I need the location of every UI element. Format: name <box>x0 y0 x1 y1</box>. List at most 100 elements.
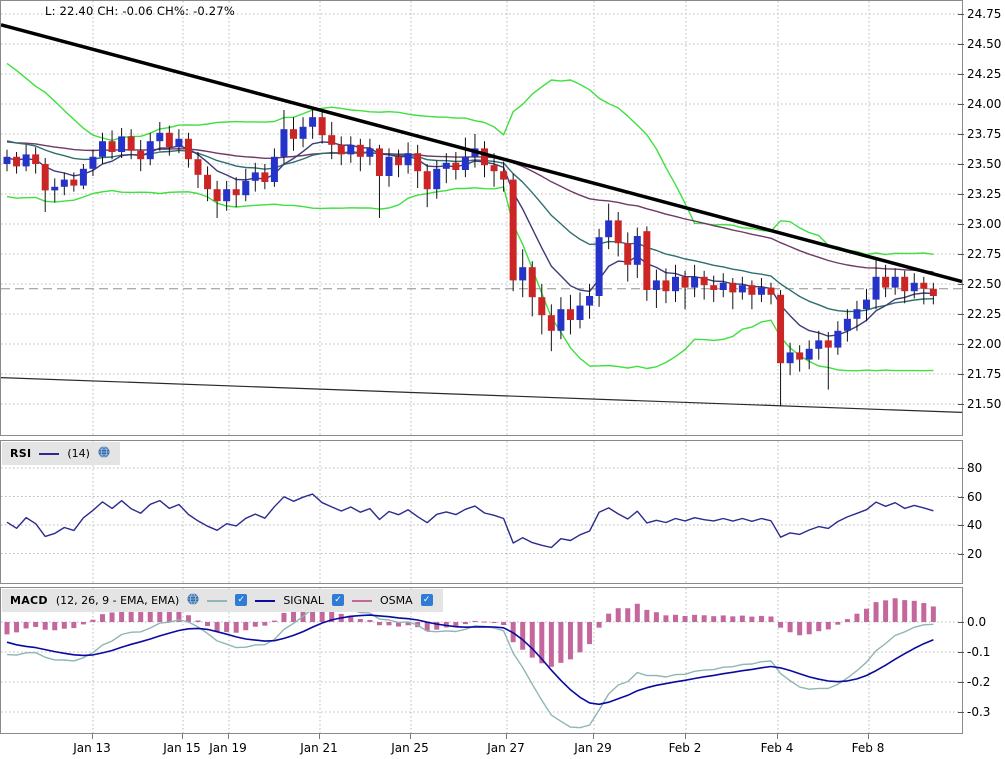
x-axis-date-label: Feb 8 <box>851 741 885 755</box>
osma-histogram-bar <box>71 622 77 629</box>
candle-body <box>60 179 68 187</box>
rsi-panel: RSI (14) <box>0 440 963 584</box>
osma-histogram-bar <box>147 610 153 622</box>
osma-histogram-bar <box>271 620 277 622</box>
y-axis-tick-label: 24.75 <box>957 6 1002 21</box>
candle-body <box>356 144 364 157</box>
candle-body <box>662 280 670 292</box>
candle-body <box>481 148 488 166</box>
candle-body <box>404 153 412 166</box>
candle-body <box>242 180 250 196</box>
y-axis-tick-label: -0.2 <box>957 675 991 689</box>
osma-histogram-bar <box>730 616 736 622</box>
osma-histogram-bar <box>720 615 726 622</box>
osma-histogram-bar <box>52 622 58 631</box>
osma-histogram-bar <box>911 600 917 622</box>
osma-histogram-bar <box>90 619 96 622</box>
bollinger-lower-band <box>6 186 934 372</box>
osma-histogram-bar <box>529 622 535 658</box>
osma-histogram-bar <box>262 622 268 626</box>
osma-histogram-bar <box>357 619 363 622</box>
candle-body <box>175 138 183 148</box>
osma-histogram-bar <box>739 615 745 622</box>
candle-body <box>901 276 909 292</box>
osma-histogram-bar <box>749 616 755 622</box>
osma-histogram-bar <box>33 622 39 627</box>
signal-checkbox[interactable] <box>331 594 344 606</box>
y-axis-tick-label: 23.00 <box>957 216 1002 231</box>
rsi-settings-globe-icon[interactable] <box>98 446 110 461</box>
candle-body <box>586 295 594 306</box>
macd-line-checkbox[interactable] <box>235 594 248 606</box>
osma-histogram-bar <box>902 600 908 622</box>
candle-body <box>366 148 374 157</box>
y-axis-tick-label: 20 <box>957 546 983 561</box>
y-axis-tick-label: 40 <box>957 518 983 532</box>
osma-histogram-bar <box>281 612 287 622</box>
candle-body <box>118 136 126 152</box>
y-axis-tick-label: 21.75 <box>957 366 1002 381</box>
candle-body <box>882 276 890 288</box>
ema-21-line <box>6 140 934 313</box>
candle-body <box>863 299 870 310</box>
osma-histogram-bar <box>787 622 793 633</box>
macd-line <box>6 606 934 729</box>
candle-body <box>719 282 727 290</box>
osma-histogram-bar <box>663 615 669 622</box>
osma-histogram-bar <box>768 616 774 622</box>
y-axis-tick-label: 60 <box>957 489 983 504</box>
candle-body <box>395 156 403 166</box>
osma-histogram-bar <box>501 622 507 626</box>
osma-histogram-bar <box>835 622 841 625</box>
candle-body <box>251 172 259 181</box>
candle-body <box>614 220 622 244</box>
date-axis: Jan 13 Jan 15 Jan 19 Jan 21 Jan 25 Jan 27 Jan … <box>0 734 963 759</box>
candle-body <box>3 156 11 164</box>
signal-line-swatch <box>255 599 276 602</box>
candle-body <box>309 117 317 127</box>
osma-histogram-bar <box>166 611 172 622</box>
osma-histogram-bar <box>644 609 650 622</box>
y-axis-tick-label: 22.25 <box>957 306 1002 321</box>
candle-body <box>595 237 603 296</box>
osma-checkbox[interactable] <box>420 594 433 606</box>
candle-body <box>79 168 87 186</box>
osma-histogram-bar <box>520 622 526 650</box>
x-axis-date-label: Jan 19 <box>209 741 247 755</box>
osma-histogram-bar <box>825 622 831 630</box>
candle-body <box>796 352 804 360</box>
macd-line-swatch <box>207 599 228 602</box>
lower-trendline <box>1 376 962 413</box>
candle-body <box>824 340 832 348</box>
macd-settings-globe-icon[interactable] <box>187 593 199 608</box>
candle-body <box>777 294 785 364</box>
signal-label: SIGNAL <box>283 593 324 607</box>
y-axis-tick-label: -0.3 <box>957 705 991 719</box>
candle-body <box>920 282 928 289</box>
candle-body <box>633 235 641 265</box>
osma-histogram-bar <box>596 622 602 628</box>
macd-label: MACD <box>10 593 48 607</box>
candle-body <box>738 285 746 293</box>
osma-histogram-bar <box>892 598 898 622</box>
osma-histogram-bar <box>854 613 860 622</box>
candle-body <box>261 172 269 182</box>
osma-histogram-bar <box>587 622 593 645</box>
candle-body <box>337 144 345 155</box>
candle-body <box>51 186 59 191</box>
x-axis-date-label: Jan 13 <box>73 741 111 755</box>
candle-body <box>70 179 78 186</box>
x-axis-tick <box>228 734 229 739</box>
rsi-legend: RSI (14) <box>2 442 120 465</box>
macd-legend: MACD (12, 26, 9 - EMA, EMA) SIGNAL OSMA <box>2 589 443 612</box>
x-axis-date-label: Feb 2 <box>668 741 702 755</box>
osma-histogram-bar <box>195 620 201 622</box>
signal-line <box>6 614 934 706</box>
y-axis-tick-label: 23.75 <box>957 126 1002 141</box>
candle-body <box>815 340 823 349</box>
candle-body <box>414 153 422 172</box>
y-axis-tick-label: 22.00 <box>957 336 1002 351</box>
candle-body <box>13 156 21 167</box>
candle-body <box>557 309 565 331</box>
candle-body <box>452 162 460 170</box>
